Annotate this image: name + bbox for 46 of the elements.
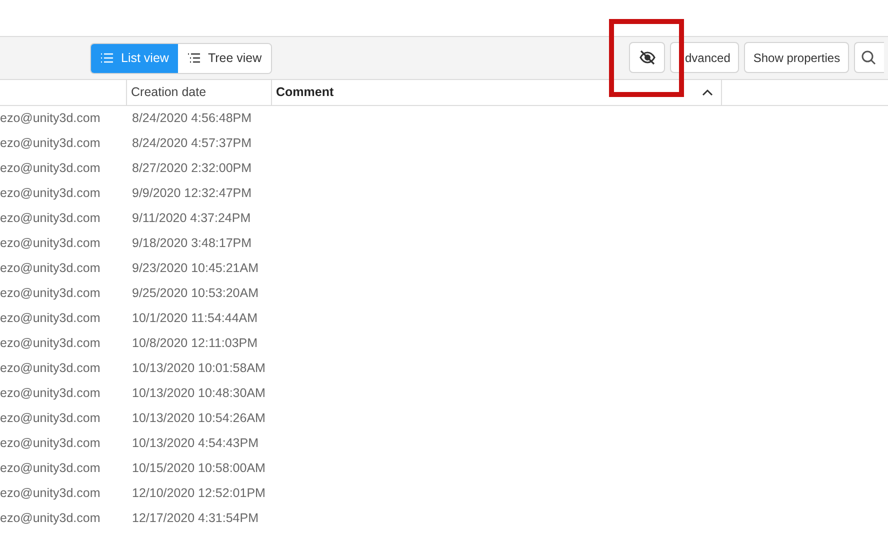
table-cell: ezo@unity3d.com [0, 436, 100, 450]
toolbar-button[interactable]: dvanced [670, 42, 740, 73]
table-cell: 9/23/2020 10:45:21AM [132, 261, 258, 276]
table-cell: ezo@unity3d.com [0, 136, 100, 150]
table-cell: 10/13/2020 10:01:58AM [132, 361, 266, 376]
list-icon [186, 52, 201, 64]
table-cell: 10/13/2020 10:48:30AM [132, 386, 266, 400]
table-cell: 9/9/2020 12:32:47PM [132, 186, 252, 200]
table-cell: 12/17/2020 4:31:54PM [132, 511, 258, 526]
table-cell: ezo@unity3d.com [0, 461, 100, 476]
table-cell: ezo@unity3d.com [0, 286, 100, 300]
table-cell: ezo@unity3d.com [0, 161, 100, 176]
visibility-toggle-button[interactable] [629, 42, 665, 73]
table-cell: 12/10/2020 12:52:01PM [132, 486, 266, 500]
search-button[interactable] [854, 42, 884, 73]
sort-caret-icon[interactable] [702, 89, 713, 96]
table-cell: 9/11/2020 4:37:24PM [132, 211, 251, 226]
view-tab[interactable]: Tree view [178, 44, 271, 72]
table-cell: ezo@unity3d.com [0, 511, 100, 526]
table-cell: ezo@unity3d.com [0, 386, 100, 400]
table-cell: 10/1/2020 11:54:44AM [132, 311, 258, 326]
table-cell: 8/24/2020 4:56:48PM [132, 111, 252, 126]
table-cell: ezo@unity3d.com [0, 111, 100, 126]
column-header[interactable]: Creation date [127, 80, 272, 105]
eye-slash-icon [638, 50, 656, 65]
column-header[interactable]: Comment [272, 80, 722, 105]
table-cell: ezo@unity3d.com [0, 211, 100, 226]
table-cell: 8/27/2020 2:32:00PM [132, 161, 252, 176]
table-cell: 9/18/2020 3:48:17PM [132, 236, 252, 250]
table-cell: ezo@unity3d.com [0, 361, 100, 376]
table-cell: ezo@unity3d.com [0, 486, 100, 500]
list-icon [100, 52, 114, 64]
table-cell: 10/13/2020 10:54:26AM [132, 411, 266, 426]
search-icon [861, 50, 876, 65]
table-cell: 8/24/2020 4:57:37PM [132, 136, 252, 150]
toolbar-button[interactable]: Show properties [744, 42, 850, 73]
table-cell: 9/25/2020 10:53:20AM [132, 286, 258, 300]
table-cell: ezo@unity3d.com [0, 336, 100, 350]
table-cell: 10/8/2020 12:11:03PM [132, 336, 258, 350]
table-cell: 10/15/2020 10:58:00AM [132, 461, 266, 476]
table-cell: ezo@unity3d.com [0, 186, 100, 200]
table-cell: ezo@unity3d.com [0, 411, 100, 426]
table-cell: ezo@unity3d.com [0, 236, 100, 250]
table-cell: ezo@unity3d.com [0, 261, 100, 276]
table-cell: 10/13/2020 4:54:43PM [132, 436, 258, 450]
table-cell: ezo@unity3d.com [0, 311, 100, 326]
